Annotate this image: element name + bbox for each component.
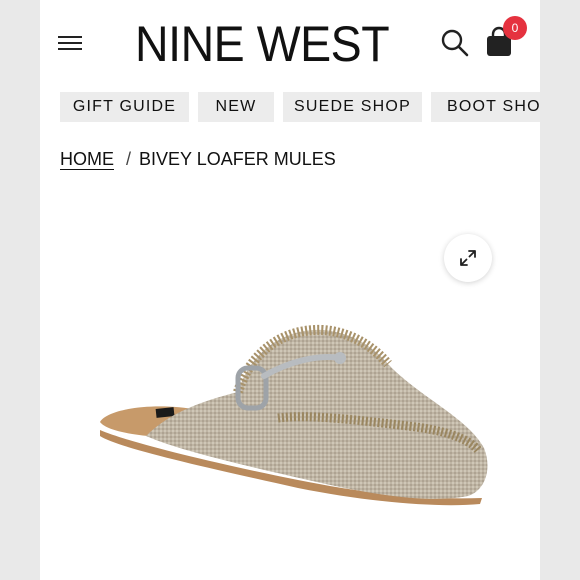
right-backdrop [540, 0, 580, 580]
nav-item-new[interactable]: NEW [198, 92, 274, 122]
expand-icon[interactable] [444, 234, 492, 282]
site-header: NINE WEST 0 [40, 0, 540, 82]
nav-item-boot-shop[interactable]: BOOT SHOP [431, 92, 540, 122]
nav-item-suede-shop[interactable]: SUEDE SHOP [283, 92, 422, 122]
product-page: NINE WEST 0 GIFT GUIDE NEW SUEDE SHOP BOOT … [40, 0, 540, 580]
brand-logo[interactable]: NINE WEST [135, 14, 390, 74]
category-nav: GIFT GUIDE NEW SUEDE SHOP BOOT SHOP [60, 92, 540, 122]
breadcrumb-separator: / [126, 149, 132, 169]
product-image[interactable] [88, 318, 500, 514]
breadcrumb: HOME / BIVEY LOAFER MULES [60, 147, 336, 171]
cart-count-badge: 0 [503, 16, 527, 40]
search-icon[interactable] [440, 28, 470, 58]
left-backdrop [0, 0, 40, 580]
nav-item-gift-guide[interactable]: GIFT GUIDE [60, 92, 189, 122]
breadcrumb-current: BIVEY LOAFER MULES [139, 149, 336, 169]
hamburger-menu-icon[interactable] [58, 34, 84, 52]
breadcrumb-home-link[interactable]: HOME [60, 149, 114, 169]
